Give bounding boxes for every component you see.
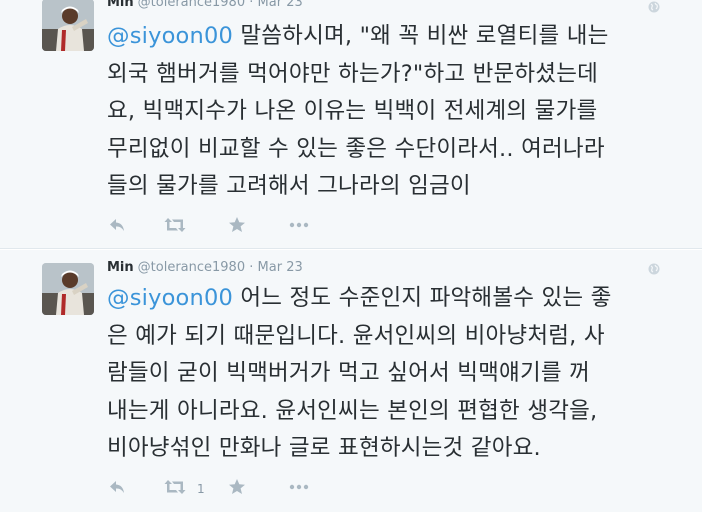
- tweet-text-line-4: 내는게 아니라요. 윤서인씨는 본인의 편협한 생각을,: [107, 397, 598, 424]
- tweet-item[interactable]: Min @tolerance1980 · Mar 23 @siyoon00 말씀하…: [0, 0, 702, 249]
- line-text: 말씀하시며, "왜 꼭 비싼 로열티를 내는: [233, 23, 609, 49]
- tweet-text-line-5: 들의 물가를 고려해서 그나라의 임금이: [107, 173, 471, 199]
- line-text: 어느 정도 수준인지 파악해볼수 있는 좋: [233, 285, 612, 311]
- tweet-text: @siyoon00 말씀하시며, "왜 꼭 비싼 로열티를 내는 외국 햄버거를…: [107, 18, 667, 206]
- reply-button[interactable]: [108, 478, 126, 498]
- more-button[interactable]: [288, 216, 310, 236]
- retweet-button[interactable]: [164, 216, 186, 236]
- tweet-text-line-4: 무리없이 비교할 수 있는 좋은 수단이라서.. 여러나라: [107, 135, 605, 162]
- avatar-photo: [42, 263, 94, 315]
- reply-icon: [110, 219, 124, 231]
- reply-button[interactable]: [108, 216, 126, 236]
- mention-link[interactable]: @siyoon00: [107, 285, 233, 311]
- reply-icon: [110, 481, 124, 493]
- tweet-item[interactable]: Min @tolerance1980 · Mar 23 @siyoon00 어느 …: [0, 250, 702, 512]
- more-dots-icon: [289, 484, 309, 490]
- tweet-text-line-3: 람들이 굳이 빅맥버거가 먹고 싶어서 빅맥얘기를 꺼: [107, 360, 591, 386]
- globe-icon: [648, 263, 660, 275]
- tweet-text: @siyoon00 어느 정도 수준인지 파악해볼수 있는 좋 은 예가 되기 …: [107, 280, 667, 468]
- author-handle[interactable]: @tolerance1980: [138, 260, 245, 275]
- tweet-text-line-2: 은 예가 되기 때문입니다. 윤서인씨의 비아냥처럼, 사: [107, 322, 605, 349]
- tweet-date[interactable]: Mar 23: [258, 0, 303, 10]
- favorite-button[interactable]: [228, 478, 246, 498]
- tweet-header: Min @tolerance1980 · Mar 23: [107, 260, 303, 276]
- tweet-text-line-2: 외국 햄버거를 먹어야만 하는가?"하고 반문하셨는데: [107, 60, 599, 87]
- avatar[interactable]: [42, 0, 94, 51]
- tweet-text-line-1: @siyoon00 말씀하시며, "왜 꼭 비싼 로열티를 내는: [107, 18, 667, 56]
- retweet-button[interactable]: [164, 478, 186, 498]
- separator: ·: [249, 260, 254, 275]
- retweet-icon: [164, 218, 186, 232]
- separator: ·: [249, 0, 254, 10]
- author-name[interactable]: Min: [107, 0, 134, 10]
- tweet-header: Min @tolerance1980 · Mar 23: [107, 0, 303, 11]
- mention-link[interactable]: @siyoon00: [107, 23, 233, 49]
- more-button[interactable]: [288, 478, 310, 498]
- tweet-text-line-5: 비아냥섞인 만화나 글로 표현하시는것 같아요.: [107, 435, 541, 461]
- tweet-date[interactable]: Mar 23: [258, 260, 303, 275]
- retweet-count: 1: [197, 482, 205, 496]
- tweet-text-line-1: @siyoon00 어느 정도 수준인지 파악해볼수 있는 좋: [107, 280, 667, 318]
- star-icon: [229, 217, 245, 232]
- tweet-text-line-3: 요, 빅맥지수가 나온 이유는 빅백이 전세계의 물가를: [107, 98, 598, 124]
- avatar-photo: [42, 0, 94, 51]
- globe-icon: [648, 1, 660, 13]
- retweet-icon: [164, 480, 186, 494]
- favorite-button[interactable]: [228, 216, 246, 236]
- avatar[interactable]: [42, 263, 94, 315]
- more-dots-icon: [289, 222, 309, 228]
- author-handle[interactable]: @tolerance1980: [138, 0, 245, 10]
- author-name[interactable]: Min: [107, 260, 134, 275]
- star-icon: [229, 479, 245, 494]
